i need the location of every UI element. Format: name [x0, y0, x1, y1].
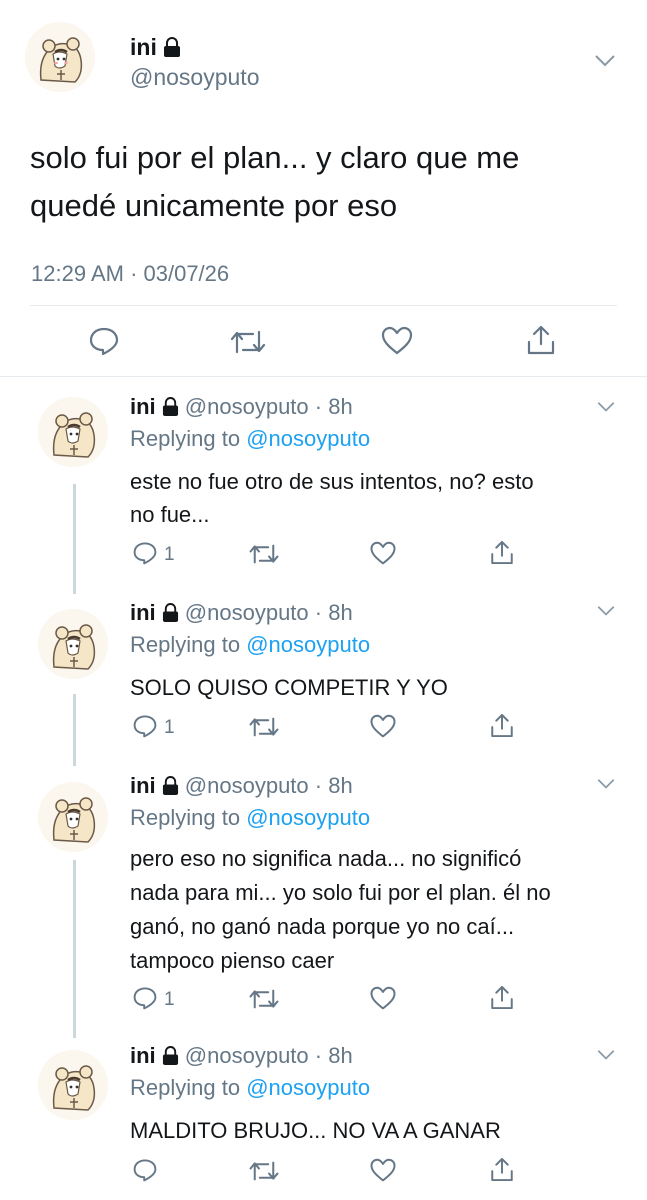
replying-to: Replying to @nosoyputo	[130, 426, 370, 452]
replying-to: Replying to @nosoyputo	[130, 805, 370, 831]
avatar-illustration	[25, 22, 95, 92]
replying-handle-link[interactable]: @nosoyputo	[246, 426, 370, 451]
replying-handle-link[interactable]: @nosoyputo	[246, 1075, 370, 1100]
avatar[interactable]	[38, 1050, 108, 1120]
reply-text-line: tampoco pienso caer	[130, 948, 335, 973]
lock-icon	[162, 397, 178, 416]
lock-icon	[162, 603, 178, 622]
reply-icon[interactable]	[132, 714, 158, 738]
reply-text-line: no fue...	[130, 502, 210, 527]
share-icon[interactable]	[489, 984, 515, 1011]
display-name[interactable]: ini	[130, 394, 156, 419]
reply-text-line: este no fue otro de sus intentos, no? es…	[130, 469, 534, 494]
handle[interactable]: @nosoyputo	[130, 64, 260, 91]
heart-icon[interactable]	[369, 714, 397, 739]
replying-prefix: Replying to	[130, 805, 241, 830]
timestamp[interactable]: 12:29 AM · 03/07/26	[31, 261, 229, 287]
reply-count: 1	[164, 717, 175, 738]
reply-text-line: pero eso no significa nada... no signifi…	[130, 846, 522, 871]
avatar-illustration	[38, 397, 108, 467]
handle-time[interactable]: @nosoyputo · 8h	[185, 773, 353, 798]
reply-text-line: SOLO QUISO COMPETIR Y YO	[130, 675, 448, 700]
divider	[0, 376, 647, 377]
avatar-illustration	[38, 782, 108, 852]
retweet-icon[interactable]	[248, 1159, 280, 1183]
share-icon[interactable]	[489, 539, 515, 566]
display-name-text: ini	[130, 34, 157, 60]
reply-text: pero eso no significa nada... no signifi…	[130, 842, 551, 978]
retweet-icon[interactable]	[248, 542, 280, 566]
heart-icon[interactable]	[369, 541, 397, 566]
avatar[interactable]	[38, 782, 108, 852]
reply-icon[interactable]	[132, 986, 158, 1010]
reply-header: ini @nosoyputo · 8h	[130, 394, 353, 420]
display-name[interactable]: ini	[130, 34, 181, 61]
replying-handle-link[interactable]: @nosoyputo	[246, 632, 370, 657]
replying-prefix: Replying to	[130, 632, 241, 657]
chevron-down-icon[interactable]	[596, 401, 616, 413]
chevron-down-icon[interactable]	[596, 605, 616, 617]
lock-icon	[162, 1046, 178, 1065]
handle-time[interactable]: @nosoyputo · 8h	[185, 1043, 353, 1068]
tweet-text: solo fui por el plan... y claro que me q…	[30, 134, 519, 230]
reply-text: SOLO QUISO COMPETIR Y YO	[130, 671, 448, 704]
avatar[interactable]	[38, 609, 108, 679]
avatar[interactable]	[25, 22, 95, 92]
chevron-down-icon[interactable]	[596, 1049, 616, 1061]
avatar-illustration	[38, 1050, 108, 1120]
replying-to: Replying to @nosoyputo	[130, 1075, 370, 1101]
display-name[interactable]: ini	[130, 600, 156, 625]
chevron-down-icon[interactable]	[596, 778, 616, 790]
share-icon[interactable]	[525, 324, 557, 356]
reply-header: ini @nosoyputo · 8h	[130, 600, 353, 626]
reply-header: ini @nosoyputo · 8h	[130, 773, 353, 799]
replying-to: Replying to @nosoyputo	[130, 632, 370, 658]
reply-text-line: ganó, no ganó nada porque yo no caí...	[130, 914, 515, 939]
replying-prefix: Replying to	[130, 426, 241, 451]
thread-line	[73, 694, 76, 766]
retweet-icon[interactable]	[229, 328, 267, 356]
lock-icon	[162, 776, 178, 795]
heart-icon[interactable]	[369, 986, 397, 1011]
replying-prefix: Replying to	[130, 1075, 241, 1100]
thread-line	[73, 860, 76, 1038]
reply-text: MALDITO BRUJO... NO VA A GANAR	[130, 1114, 501, 1147]
avatar-illustration	[38, 609, 108, 679]
thread-line	[73, 484, 76, 594]
reply-text-line: nada para mi... yo solo fui por el plan.…	[130, 880, 551, 905]
reply-icon[interactable]	[132, 541, 158, 565]
share-icon[interactable]	[489, 712, 515, 739]
display-name[interactable]: ini	[130, 773, 156, 798]
heart-icon[interactable]	[380, 326, 414, 356]
avatar[interactable]	[38, 397, 108, 467]
tweet-text-line: quedé unicamente por eso	[30, 188, 398, 223]
reply-count: 1	[164, 544, 175, 565]
tweet-text-line: solo fui por el plan... y claro que me	[30, 140, 520, 175]
handle-time[interactable]: @nosoyputo · 8h	[185, 600, 353, 625]
reply-text-line: MALDITO BRUJO... NO VA A GANAR	[130, 1118, 501, 1143]
display-name[interactable]: ini	[130, 1043, 156, 1068]
chevron-down-icon[interactable]	[594, 54, 616, 68]
replying-handle-link[interactable]: @nosoyputo	[246, 805, 370, 830]
lock-icon	[163, 37, 180, 57]
reply-count: 1	[164, 989, 175, 1010]
reply-icon[interactable]	[132, 1158, 158, 1182]
handle-time[interactable]: @nosoyputo · 8h	[185, 394, 353, 419]
heart-icon[interactable]	[369, 1158, 397, 1183]
retweet-icon[interactable]	[248, 715, 280, 739]
reply-text: este no fue otro de sus intentos, no? es…	[130, 465, 534, 531]
reply-header: ini @nosoyputo · 8h	[130, 1043, 353, 1069]
retweet-icon[interactable]	[248, 987, 280, 1011]
share-icon[interactable]	[489, 1156, 515, 1183]
divider	[30, 305, 617, 306]
reply-icon[interactable]	[88, 326, 120, 356]
